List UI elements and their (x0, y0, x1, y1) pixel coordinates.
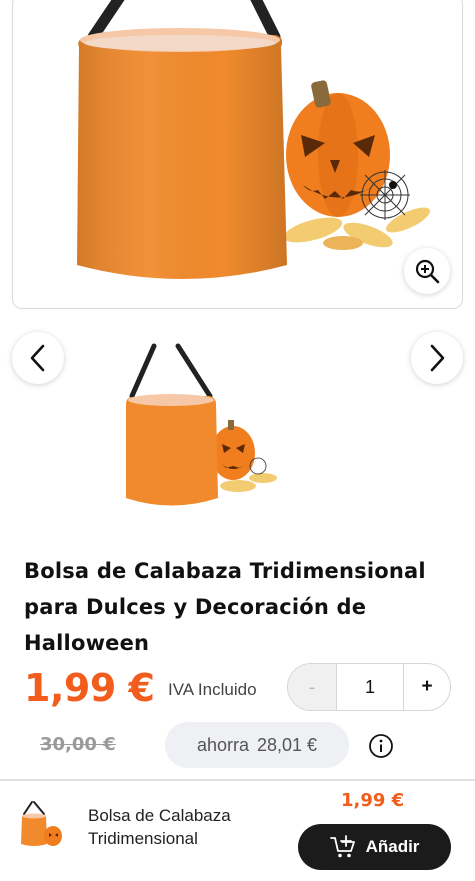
vat-label: IVA Incluido (168, 680, 257, 699)
footer-price: 1,99 € (341, 790, 405, 811)
divider (0, 779, 475, 781)
image-carousel (0, 318, 475, 528)
carousel-thumbnail[interactable] (118, 338, 288, 518)
product-price: 1,99 € (24, 666, 155, 710)
info-icon (369, 734, 393, 758)
savings-value: 28,01 € (256, 734, 318, 755)
chevron-left-icon (30, 344, 45, 372)
carousel-next-button[interactable] (411, 332, 463, 384)
info-button[interactable] (368, 733, 394, 759)
cart-plus-icon (329, 835, 355, 858)
footer-product-title: Bolsa de Calabaza Tridimensional (88, 806, 231, 848)
carousel-prev-button[interactable] (12, 332, 64, 384)
add-to-cart-button[interactable]: Añadir (298, 824, 451, 870)
original-price: 30,00 € (40, 734, 116, 755)
footer-thumbnail-image (21, 801, 62, 846)
main-product-image[interactable] (12, 0, 463, 309)
thumbnail-image (126, 343, 277, 506)
product-title: Bolsa de Calabaza Tridimensional para Du… (24, 559, 426, 655)
footer-product-thumbnail (18, 800, 64, 850)
add-button-label: Añadir (365, 837, 420, 856)
savings-label: ahorra (196, 734, 249, 755)
quantity-stepper: - 1 + (287, 663, 451, 711)
chevron-right-icon (430, 344, 445, 372)
savings-badge: ahorra 28,01 € (165, 722, 349, 768)
quantity-decrease-button[interactable]: - (288, 664, 336, 710)
quantity-input[interactable]: 1 (336, 664, 404, 710)
quantity-increase-button[interactable]: + (404, 664, 450, 710)
zoom-button[interactable] (404, 248, 450, 294)
zoom-in-icon (415, 259, 440, 284)
product-photo (77, 0, 431, 279)
